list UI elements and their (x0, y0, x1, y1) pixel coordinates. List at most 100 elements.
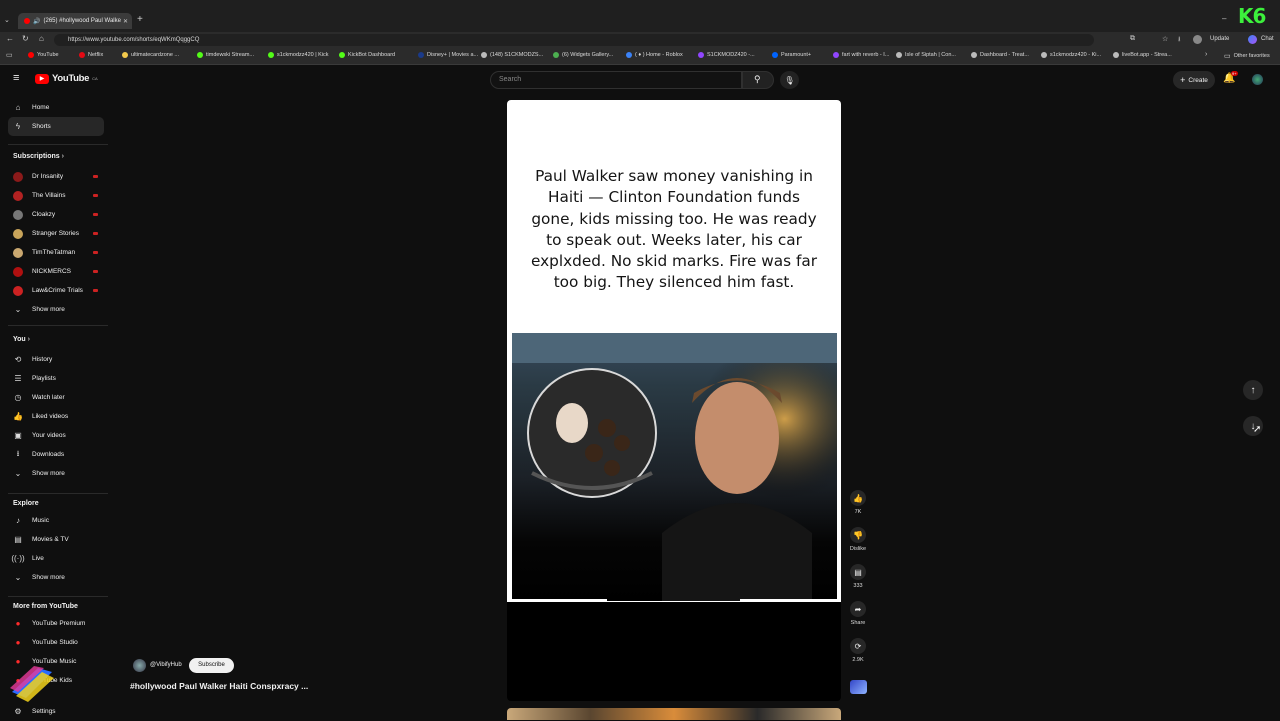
download-browser-icon[interactable]: ⭳ (1178, 35, 1180, 46)
remix-icon: ⟳ (850, 638, 866, 654)
sidebar-item-youtube-premium[interactable]: ● YouTube Premium (8, 614, 104, 633)
tab-close-icon[interactable]: ✕ (123, 18, 128, 25)
live-indicator-icon (93, 213, 98, 216)
bookmark-item[interactable]: S1CKMODZ420 -... (698, 52, 755, 58)
share-button[interactable]: ➦ Share (846, 601, 870, 626)
bookmark-label: Isle of Siptah | Con... (905, 52, 956, 58)
bookmark-favicon-icon (772, 52, 778, 58)
download-icon: ⭳ (16, 448, 20, 458)
tab-menu-icon[interactable]: ⌄ (4, 16, 10, 24)
channel-name[interactable]: @VibifyHub (150, 662, 182, 668)
browser-tab[interactable]: 🔊 (265) #hollywood Paul Walke ✕ (18, 13, 132, 29)
live-indicator-icon (93, 270, 98, 273)
bookmarks-folder-icon[interactable]: ▭ (6, 51, 13, 59)
bookmark-item[interactable]: Isle of Siptah | Con... (896, 52, 956, 58)
bookmark-item[interactable]: timdewski Stream... (197, 52, 254, 58)
sidebar-item-subscription[interactable]: Stranger Stories (8, 224, 104, 243)
extensions-icon[interactable]: ⧉ (1130, 35, 1135, 43)
favorites-icon[interactable]: ☆ (1162, 35, 1168, 43)
sidebar-item-show-more[interactable]: ⌄ Show more (8, 568, 104, 587)
notifications-button[interactable]: 🔔 9+ (1223, 71, 1238, 84)
bookmark-item[interactable]: Disney+ | Movies a... (418, 52, 478, 58)
bookmarks-overflow-icon[interactable]: › (1205, 51, 1207, 58)
subscribe-label: Subscribe (198, 662, 225, 668)
bookmark-item[interactable]: (6) Widgets Gallery... (553, 52, 613, 58)
copilot-icon[interactable] (1248, 35, 1257, 44)
sidebar-item-movies-tv[interactable]: ▤ Movies & TV (8, 530, 104, 549)
sidebar-item-liked-videos[interactable]: 👍 Liked videos (8, 407, 104, 426)
thumbs-up-icon: 👍 (850, 490, 866, 506)
sidebar-item-live[interactable]: ((·)) Live (8, 549, 104, 568)
short-title[interactable]: #hollywood Paul Walker Haiti Conspxracy … (130, 681, 308, 691)
sidebar-item-downloads[interactable]: ⭳ Downloads (8, 445, 104, 464)
bookmark-item[interactable]: s1ckmodzz420 - Ki... (1041, 52, 1101, 58)
bookmark-item[interactable]: liveBot.app - Strea... (1113, 52, 1172, 58)
remix-button[interactable]: ⟳ 2.9K (846, 638, 870, 663)
more-from-youtube-heading: More from YouTube (13, 603, 78, 610)
sidebar-item-show-more[interactable]: ⌄ Show more (8, 464, 104, 483)
refresh-icon[interactable]: ↻ (22, 34, 29, 43)
bookmark-item[interactable]: YouTube (28, 52, 59, 58)
sidebar-item-shorts[interactable]: ϟ Shorts (8, 117, 104, 136)
bookmark-item[interactable]: (148) S1CKMODZS... (481, 52, 543, 58)
sidebar-item-subscription[interactable]: Dr Insanity (8, 167, 104, 186)
mic-button[interactable]: 🎙 (780, 71, 799, 89)
sidebar-item-subscription[interactable]: Cloakzy (8, 205, 104, 224)
sidebar-item-subscription[interactable]: Law&Crime Trials (8, 281, 104, 300)
dislike-button[interactable]: 👎 Dislike (846, 527, 870, 552)
subscriptions-show-more[interactable]: ⌄ Show more (8, 300, 104, 319)
search-input[interactable]: Search (490, 71, 742, 89)
search-icon: ⚲ (754, 74, 761, 84)
bookmark-item[interactable]: Paramount+ (772, 52, 811, 58)
short-caption: Paul Walker saw money vanishing in Haiti… (530, 167, 818, 292)
menu-icon[interactable]: ≡ (13, 72, 19, 84)
subscriptions-heading[interactable]: Subscriptions › (13, 153, 64, 160)
search-button[interactable]: ⚲ (742, 71, 774, 89)
youtube-logo[interactable]: ▶ YouTube CA (35, 73, 98, 84)
update-button[interactable]: Update (1210, 36, 1229, 42)
sound-button[interactable] (846, 680, 870, 694)
url-field[interactable]: https://www.youtube.com/shorts/eqWKmQqgg… (54, 34, 1094, 46)
like-button[interactable]: 👍 7K (846, 490, 870, 515)
gear-icon: ⚙ (14, 707, 22, 716)
bookmark-item[interactable]: ultimatecardzone ... (122, 52, 179, 58)
subscribe-button[interactable]: Subscribe (189, 658, 234, 673)
sidebar-item-watch-later[interactable]: ◷ Watch later (8, 388, 104, 407)
comments-button[interactable]: ▤ 333 (846, 564, 870, 589)
profile-avatar[interactable] (1193, 35, 1202, 44)
sidebar-item-history[interactable]: ⟲ History (8, 350, 104, 369)
sidebar-item-settings[interactable]: ⚙ Settings (8, 702, 104, 721)
watch-later-icon: ◷ (14, 393, 22, 402)
sidebar-item-subscription[interactable]: The Villains (8, 186, 104, 205)
next-short-preview[interactable] (507, 708, 841, 720)
minimize-icon[interactable]: – (1222, 14, 1226, 23)
sidebar-item-youtube-studio[interactable]: ● YouTube Studio (8, 633, 104, 652)
sidebar-item-subscription[interactable]: TimTheTatman (8, 243, 104, 262)
bookmark-item[interactable]: fart with reverb - I... (833, 52, 889, 58)
bookmark-label: liveBot.app - Strea... (1122, 52, 1172, 58)
sidebar-item-playlists[interactable]: ☰ Playlists (8, 369, 104, 388)
bookmark-item[interactable]: Netflix (79, 52, 103, 58)
sidebar-item-home[interactable]: ⌂ Home (8, 98, 104, 117)
bookmark-item[interactable]: s1ckmodzz420 | Kick (268, 52, 329, 58)
previous-short-button[interactable]: ↑ (1243, 380, 1263, 400)
sidebar-item-music[interactable]: ♪ Music (8, 511, 104, 530)
share-label: Share (850, 620, 866, 626)
create-button[interactable]: + Create (1173, 71, 1215, 89)
chevron-down-icon: ⌄ (14, 469, 22, 478)
account-avatar[interactable] (1252, 74, 1263, 85)
other-favorites[interactable]: ▭ Other favorites (1224, 52, 1270, 60)
bookmark-item[interactable]: ( ♦ ) Home - Roblox (626, 52, 683, 58)
home-browser-icon[interactable]: ⌂ (39, 34, 44, 43)
channel-avatar[interactable] (133, 659, 146, 672)
play-logo-icon: ▶ (35, 73, 49, 84)
back-icon[interactable]: ← (6, 34, 14, 43)
bookmark-item[interactable]: Dashboard - Treat... (971, 52, 1029, 58)
sidebar-item-subscription[interactable]: NICKMERCS (8, 262, 104, 281)
bookmark-item[interactable]: KickBot Dashboard (339, 52, 395, 58)
chat-button[interactable]: Chat (1261, 36, 1274, 42)
new-tab-icon[interactable]: + (137, 14, 143, 25)
shorts-player[interactable]: Paul Walker saw money vanishing in Haiti… (507, 100, 841, 701)
sidebar-item-your-videos[interactable]: ▣ Your videos (8, 426, 104, 445)
you-heading[interactable]: You › (13, 336, 30, 343)
